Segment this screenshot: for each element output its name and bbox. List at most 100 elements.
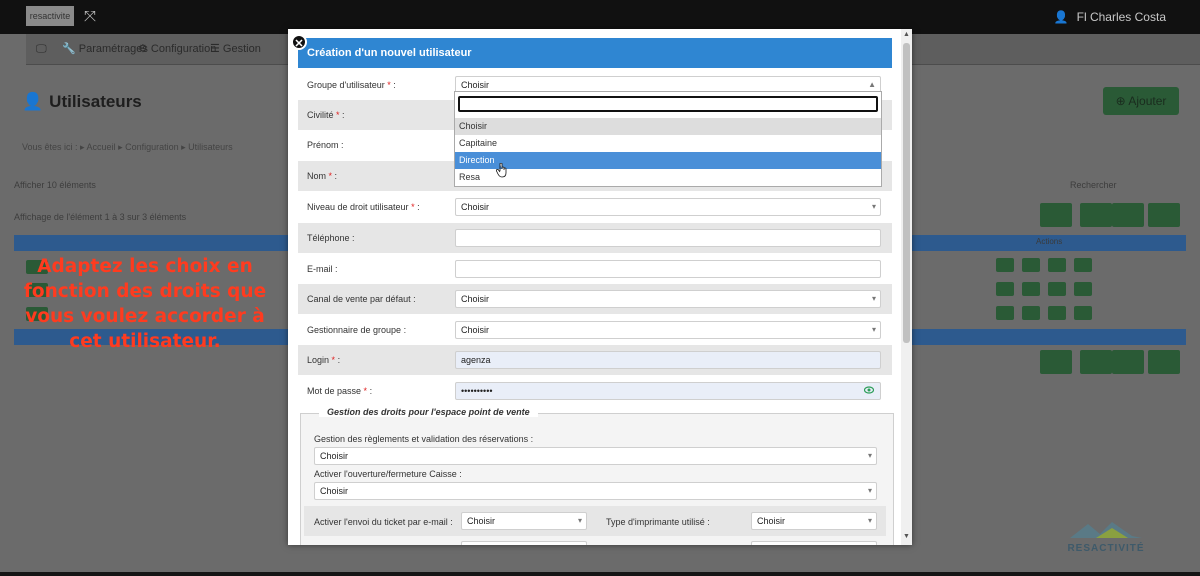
add-button-label: Ajouter xyxy=(1128,94,1167,108)
nav-item-gestion[interactable]: ☰ Gestion xyxy=(210,34,261,64)
select-value: Choisir xyxy=(320,451,349,461)
field-label: Nom * : xyxy=(307,171,338,181)
user-icon: 👤 xyxy=(1053,10,1069,24)
show-entries[interactable]: Afficher 10 éléments xyxy=(14,180,96,190)
brand-logo: RESACTIVITÉ xyxy=(1066,520,1146,554)
payments-select[interactable]: Choisir ▾ xyxy=(314,447,877,465)
nav-label: Gestion xyxy=(222,43,261,55)
field-row-login: Login * : agenza xyxy=(298,345,892,375)
add-user-button[interactable]: ⊕ Ajouter xyxy=(1103,87,1179,115)
field-label: Gestionnaire de groupe : xyxy=(307,325,407,335)
password-input[interactable]: •••••••••• xyxy=(455,382,881,400)
rights-level-select[interactable]: Choisir ▾ xyxy=(455,198,881,216)
chevron-down-icon: ▾ xyxy=(867,516,872,525)
row-action[interactable] xyxy=(1074,306,1092,320)
scroll-up-icon[interactable]: ▲ xyxy=(903,31,910,38)
extra-select-right[interactable] xyxy=(751,541,877,545)
close-modal-icon[interactable]: ✕ xyxy=(291,34,307,50)
prev-page-button-bottom[interactable] xyxy=(1080,350,1112,374)
brand-text: RESACTIVITÉ xyxy=(1067,543,1145,554)
show-count: 10 xyxy=(46,180,57,190)
mountain-icon xyxy=(1070,522,1142,538)
create-user-modal: Création d'un nouvel utilisateur Groupe … xyxy=(288,29,912,545)
row-action[interactable] xyxy=(996,258,1014,272)
page-title: 👤 Utilisateurs xyxy=(22,92,142,112)
phone-input[interactable] xyxy=(455,229,881,247)
field-row-phone: Téléphone : xyxy=(298,223,892,253)
hand-cursor-icon xyxy=(496,163,507,178)
field-row-email: E-mail : xyxy=(298,254,892,284)
ticket-label: Activer l'envoi du ticket par e-mail : xyxy=(314,517,453,527)
payments-label: Gestion des règlements et validation des… xyxy=(314,434,534,444)
chevron-down-icon: ▾ xyxy=(871,325,876,334)
dropdown-search-input[interactable] xyxy=(458,96,878,112)
select-value: Choisir xyxy=(461,294,490,304)
field-label: Canal de vente par défaut : xyxy=(307,294,416,304)
nav-item-configuration[interactable]: ⚙ Configuration xyxy=(138,34,216,64)
first-page-button[interactable] xyxy=(1040,203,1072,227)
chevron-down-icon: ▾ xyxy=(871,294,876,303)
first-page-button-bottom[interactable] xyxy=(1040,350,1072,374)
app-logo[interactable]: resactivite xyxy=(26,6,74,26)
login-input[interactable]: agenza xyxy=(455,351,881,369)
table-header-right: Actions xyxy=(912,235,1186,251)
field-row-sales-channel: Canal de vente par défaut : Choisir ▾ xyxy=(298,284,892,314)
nav-item-parametrages[interactable]: 🔧 Paramétrages xyxy=(62,34,148,64)
group-manager-select[interactable]: Choisir ▾ xyxy=(455,321,881,339)
eye-icon[interactable] xyxy=(864,386,874,394)
next-page-button-bottom[interactable] xyxy=(1112,350,1144,374)
dropdown-option[interactable]: Resa xyxy=(455,169,881,186)
table-header-left xyxy=(14,235,288,251)
next-page-button[interactable] xyxy=(1112,203,1144,227)
actions-header: Actions xyxy=(1036,237,1063,246)
row-action[interactable] xyxy=(1022,258,1040,272)
sales-channel-select[interactable]: Choisir ▾ xyxy=(455,290,881,308)
field-label: Téléphone : xyxy=(307,233,355,243)
row-action[interactable] xyxy=(1048,282,1066,296)
bottom-bar xyxy=(0,572,1200,576)
last-page-button-bottom[interactable] xyxy=(1148,350,1180,374)
row-action[interactable] xyxy=(1074,282,1092,296)
row-action[interactable] xyxy=(996,282,1014,296)
entries-label: éléments xyxy=(59,180,96,190)
select-value: Choisir xyxy=(467,516,496,526)
printer-select[interactable]: Choisir ▾ xyxy=(751,512,877,530)
scroll-thumb[interactable] xyxy=(903,43,910,343)
field-row-rights-level: Niveau de droit utilisateur * : Choisir ▾ xyxy=(298,192,892,222)
table-footer-right xyxy=(912,329,1186,345)
select-value: Choisir xyxy=(461,80,490,90)
prev-page-button[interactable] xyxy=(1080,203,1112,227)
person-icon: 👤 xyxy=(22,92,44,111)
chevron-down-icon: ▾ xyxy=(871,202,876,211)
search-label: Rechercher xyxy=(1070,180,1117,190)
dropdown-option[interactable]: Direction xyxy=(455,152,881,169)
select-value: Choisir xyxy=(461,325,490,335)
chevron-down-icon: ▾ xyxy=(867,486,872,495)
field-label: Civilité * : xyxy=(307,110,345,120)
last-page-button[interactable] xyxy=(1148,203,1180,227)
chevron-down-icon: ▾ xyxy=(577,516,582,525)
modal-scrollbar[interactable]: ▲ ▼ xyxy=(901,29,912,545)
field-label: E-mail : xyxy=(307,264,338,274)
page-title-text: Utilisateurs xyxy=(49,92,142,111)
dropdown-option[interactable]: Choisir xyxy=(455,118,881,135)
row-action[interactable] xyxy=(1048,258,1066,272)
fullscreen-icon[interactable]: ⤧ xyxy=(84,9,96,24)
email-input[interactable] xyxy=(455,260,881,278)
ticket-row: Activer l'envoi du ticket par e-mail : C… xyxy=(304,506,886,536)
row-action[interactable] xyxy=(1048,306,1066,320)
row-action[interactable] xyxy=(1022,306,1040,320)
extra-select-left[interactable] xyxy=(461,541,587,545)
row-action[interactable] xyxy=(1074,258,1092,272)
field-label: Login * : xyxy=(307,355,341,365)
field-label: Mot de passe * : xyxy=(307,386,373,396)
dropdown-option[interactable]: Capitaine xyxy=(455,135,881,152)
user-menu[interactable]: 👤 Fl Charles Costa xyxy=(1054,10,1166,24)
scroll-down-icon[interactable]: ▼ xyxy=(903,533,910,540)
cash-select[interactable]: Choisir ▾ xyxy=(314,482,877,500)
row-action[interactable] xyxy=(1022,282,1040,296)
row-action[interactable] xyxy=(996,306,1014,320)
ticket-select[interactable]: Choisir ▾ xyxy=(461,512,587,530)
monitor-icon[interactable]: 🖵 xyxy=(36,34,47,64)
printer-label: Type d'imprimante utilisé : xyxy=(606,517,710,527)
